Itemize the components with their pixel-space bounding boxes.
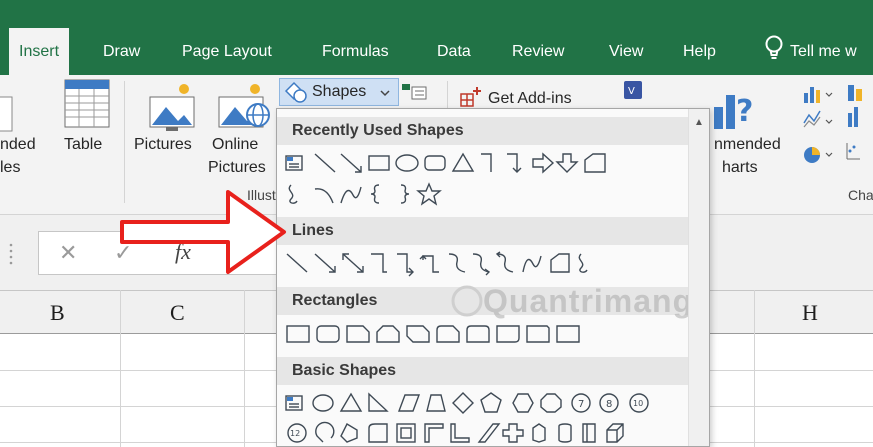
- recommended-pivot-label-1[interactable]: nded: [0, 136, 36, 154]
- line-shapes-row[interactable]: [283, 250, 689, 278]
- chart-types-icon[interactable]: [800, 79, 873, 179]
- tab-help[interactable]: Help: [683, 28, 716, 75]
- pivot-table-icon[interactable]: [0, 95, 14, 135]
- pictures-button-label[interactable]: Pictures: [134, 136, 192, 154]
- section-header-recent: Recently Used Shapes: [277, 117, 689, 145]
- column-header-h[interactable]: H: [802, 291, 818, 335]
- shape-number-8: 8: [606, 399, 612, 410]
- tell-me-search[interactable]: Tell me w: [790, 28, 857, 75]
- shape-number-12: 12: [290, 429, 300, 438]
- group-separator: [124, 81, 125, 203]
- cancel-icon[interactable]: ✕: [59, 240, 77, 266]
- scroll-up-arrow-icon[interactable]: ▲: [689, 113, 709, 133]
- shape-number-7: 7: [578, 399, 584, 410]
- red-arrow-annotation: [120, 190, 286, 274]
- watermark-logo-icon: [451, 285, 483, 317]
- tab-review[interactable]: Review: [512, 28, 564, 75]
- watermark-text: Quantrimang: [483, 283, 694, 319]
- pictures-icon[interactable]: [144, 81, 202, 133]
- online-pictures-label-1[interactable]: Online: [212, 136, 258, 154]
- smartart-icon[interactable]: [400, 81, 430, 103]
- shape-number-10: 10: [633, 399, 643, 408]
- svg-text:V: V: [628, 86, 635, 97]
- shapes-icon: [284, 81, 307, 103]
- tab-page-layout[interactable]: Page Layout: [182, 28, 272, 75]
- lightbulb-icon: [765, 35, 783, 59]
- basic-shapes-row-2[interactable]: 12: [283, 420, 689, 447]
- recommended-charts-label-2[interactable]: harts: [722, 159, 758, 177]
- recent-shapes-row-2[interactable]: [283, 181, 689, 209]
- shapes-gallery: Recently Used Shapes Lines Rectangles Ba…: [276, 108, 710, 447]
- get-add-ins-label[interactable]: Get Add-ins: [488, 90, 572, 108]
- chevron-down-icon: [380, 90, 390, 97]
- online-pictures-label-2[interactable]: Pictures: [208, 159, 266, 177]
- recommended-charts-icon[interactable]: ?: [706, 81, 764, 131]
- online-pictures-icon[interactable]: [215, 81, 275, 133]
- drag-handle-icon[interactable]: [8, 241, 14, 267]
- tab-view[interactable]: View: [609, 28, 643, 75]
- section-header-lines: Lines: [277, 217, 689, 245]
- shapes-button-label: Shapes: [312, 83, 367, 100]
- section-header-basic: Basic Shapes: [277, 357, 689, 385]
- recommended-charts-label-1[interactable]: nmended: [714, 136, 781, 154]
- tab-draw[interactable]: Draw: [103, 28, 140, 75]
- grid-line: [120, 290, 121, 447]
- grid-line: [754, 290, 755, 447]
- shapes-button[interactable]: Shapes: [279, 78, 399, 106]
- watermark: Quantrimang: [447, 279, 709, 339]
- gallery-scrollbar[interactable]: ▲: [688, 109, 709, 446]
- table-button-label[interactable]: Table: [64, 136, 102, 154]
- visio-icon[interactable]: V: [622, 79, 644, 101]
- add-ins-icon[interactable]: [458, 85, 482, 109]
- tab-insert[interactable]: Insert: [9, 28, 70, 75]
- grid-line: [244, 290, 245, 447]
- basic-shapes-row[interactable]: 7 8 10: [283, 390, 689, 418]
- column-header-c[interactable]: C: [170, 291, 185, 335]
- svg-text:?: ?: [736, 94, 753, 129]
- table-icon[interactable]: [62, 78, 112, 130]
- recommended-pivot-label-2[interactable]: les: [0, 159, 20, 177]
- recent-shapes-row[interactable]: [283, 150, 689, 178]
- ribbon-tab-bar: Insert Draw Page Layout Formulas Data Re…: [0, 0, 873, 75]
- charts-group-label: Cha: [848, 187, 873, 203]
- column-header-b[interactable]: B: [50, 291, 65, 335]
- tab-formulas[interactable]: Formulas: [322, 28, 389, 75]
- tab-data[interactable]: Data: [437, 28, 471, 75]
